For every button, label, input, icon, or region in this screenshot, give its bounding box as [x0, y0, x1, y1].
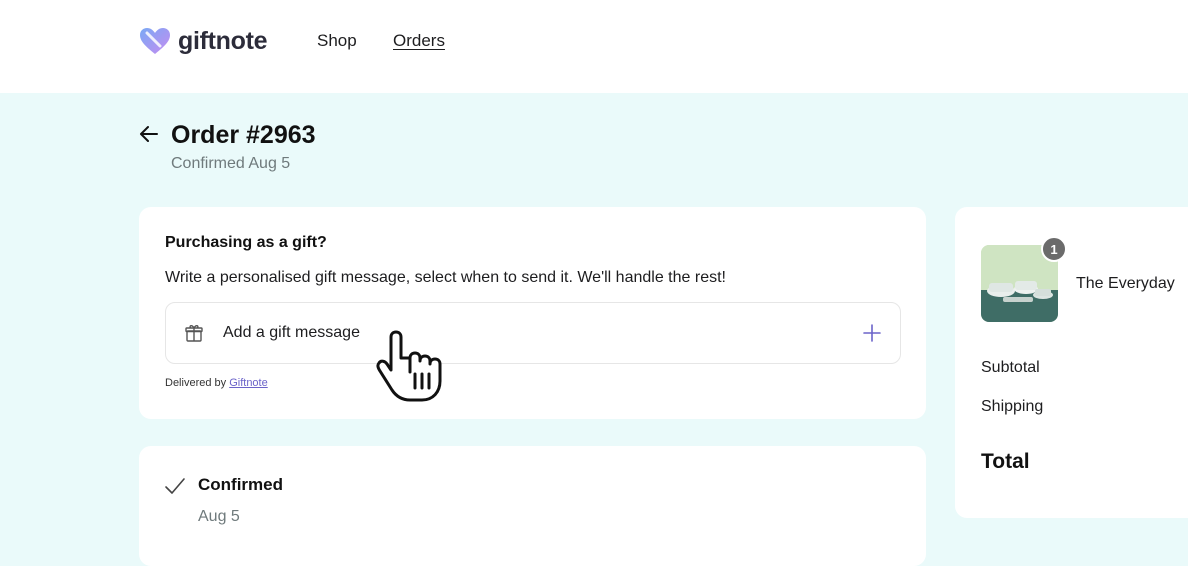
- arrow-left-icon[interactable]: [137, 122, 161, 146]
- giftnote-logo[interactable]: giftnote: [138, 25, 268, 57]
- gift-icon: [185, 325, 203, 342]
- order-summary-card: 1 The Everyday Subtotal Shipping Total: [955, 207, 1188, 518]
- status-date: Aug 5: [198, 508, 240, 525]
- nav-orders[interactable]: Orders: [393, 31, 445, 51]
- product-name: The Everyday: [1076, 275, 1175, 292]
- gift-card: Purchasing as a gift? Write a personalis…: [139, 207, 926, 419]
- gift-description: Write a personalised gift message, selec…: [165, 269, 726, 286]
- giftnote-logo-icon: [140, 28, 170, 54]
- shipping-label: Shipping: [981, 398, 1044, 415]
- gift-heading: Purchasing as a gift?: [165, 234, 327, 251]
- order-subtitle: Confirmed Aug 5: [171, 155, 291, 172]
- status-label: Confirmed: [198, 475, 283, 494]
- quantity-badge: 1: [1041, 236, 1067, 262]
- gift-message-label: Add a gift message: [223, 324, 360, 341]
- check-icon: [165, 478, 185, 494]
- logo-text: giftnote: [178, 26, 268, 55]
- plus-icon[interactable]: [862, 323, 882, 343]
- subtotal-label: Subtotal: [981, 359, 1040, 376]
- total-label: Total: [981, 450, 1030, 473]
- delivered-by-prefix: Delivered by: [165, 377, 230, 389]
- page-title: Order #2963: [171, 121, 316, 149]
- status-card: Confirmed Aug 5: [139, 446, 926, 566]
- top-header: giftnote Shop Orders: [0, 0, 1188, 93]
- hand-pointer-icon: [376, 330, 442, 402]
- nav-shop[interactable]: Shop: [317, 31, 357, 51]
- add-gift-message-button[interactable]: Add a gift message: [165, 302, 901, 364]
- giftnote-link[interactable]: Giftnote: [229, 377, 268, 389]
- delivered-by-text: Delivered by Giftnote: [165, 377, 268, 389]
